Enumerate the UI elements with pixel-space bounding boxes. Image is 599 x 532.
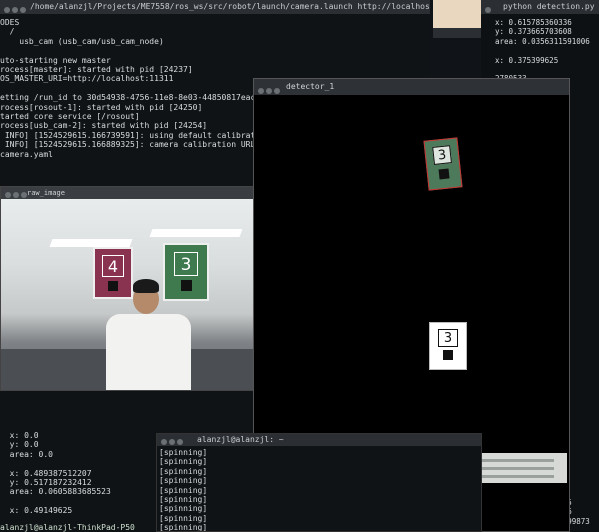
terminal-line: usb_cam (usb_cam/usb_cam_node) xyxy=(0,36,164,46)
terminal-line: ODES xyxy=(0,18,20,27)
terminal-line: / xyxy=(0,27,15,37)
raw-image-window[interactable]: raw_image 4 3 xyxy=(0,186,254,391)
spin-terminal-output: [spinning] [spinning] [spinning] [spinning]… xyxy=(157,446,481,532)
terminal-line: uto-starting new master xyxy=(0,55,111,65)
spin-terminal-titlebar[interactable]: alanzjl@alanzjl: ~ xyxy=(157,434,481,446)
spin-terminal-window[interactable]: alanzjl@alanzjl: ~ [spinning] [spinning][… xyxy=(156,433,482,532)
terminal-line: [spinning] xyxy=(159,457,208,467)
terminal-line: [spinning] xyxy=(159,476,208,486)
terminal-line: x: 0.0 xyxy=(0,431,39,440)
window-controls[interactable] xyxy=(161,437,185,446)
spin-terminal-title: alanzjl@alanzjl: ~ xyxy=(197,435,284,444)
terminal-line: x: 0.489387512207 xyxy=(0,468,92,478)
terminal-line: [spinning] xyxy=(159,523,208,532)
raw-card-marker xyxy=(180,280,192,291)
detection-green: 3 xyxy=(423,137,463,191)
raw-card-3: 3 xyxy=(163,243,209,301)
raw-card-marker xyxy=(108,281,118,291)
terminal-line: area: 0.0 xyxy=(0,449,53,459)
terminal-line: [spinning] xyxy=(159,495,208,505)
window-controls[interactable] xyxy=(4,4,28,14)
terminal-line: y: 0.517187232412 xyxy=(0,478,92,488)
detection-marker xyxy=(443,350,453,360)
terminal-line: x: 0.375399625 xyxy=(495,55,559,65)
terminal-line: [spinning] xyxy=(159,485,208,495)
terminal-line: area: 0.0356311591006 xyxy=(495,36,590,46)
detection-marker xyxy=(438,168,450,180)
main-terminal-titlebar[interactable]: /home/alanzjl/Projects/ME7558/ros_ws/src… xyxy=(0,0,430,14)
terminal-line: [spinning] xyxy=(159,448,208,457)
desktop-patch-bar xyxy=(433,28,481,38)
desktop-patch xyxy=(433,0,481,28)
terminal-line: [spinning] xyxy=(159,513,208,523)
terminal-line: y: 0.0 xyxy=(0,440,39,450)
raw-card-number: 4 xyxy=(102,255,124,277)
person-hair xyxy=(133,279,159,293)
terminal-line: rocess[master]: started with pid [24237] xyxy=(0,65,193,75)
terminal-line: [spinning] xyxy=(159,504,208,514)
terminal-line: [spinning] xyxy=(159,466,208,476)
detection-number: 3 xyxy=(438,329,458,347)
ceiling-light xyxy=(149,229,243,237)
raw-image-titlebar[interactable]: raw_image xyxy=(1,187,253,199)
raw-image-title: raw_image xyxy=(27,189,65,197)
raw-card-4: 4 xyxy=(93,247,133,299)
detector-titlebar[interactable]: detector_1 xyxy=(254,79,569,95)
raw-card-number: 3 xyxy=(174,252,198,276)
window-controls[interactable] xyxy=(485,4,493,14)
detection-white: 3 xyxy=(429,322,467,370)
camera-feed: 4 3 xyxy=(1,199,253,390)
terminal-line: x: 0.615785360336 xyxy=(495,18,572,27)
shell-prompt: alanzjl@alanzjl-ThinkPad-P50 xyxy=(0,523,135,532)
terminal-line: area: 0.0605883685523 xyxy=(0,487,111,497)
ceiling-light xyxy=(49,239,133,247)
detector-title: detector_1 xyxy=(286,82,335,91)
python-terminal-titlebar[interactable]: python detection.py xyxy=(481,0,599,14)
person-shirt xyxy=(106,314,191,390)
python-terminal-title: python detection.py xyxy=(503,2,595,11)
main-terminal-title: /home/alanzjl/Projects/ME7558/ros_ws/src… xyxy=(30,2,430,11)
detection-number: 3 xyxy=(432,145,452,165)
terminal-line: y: 0.373665703608 xyxy=(495,27,572,37)
